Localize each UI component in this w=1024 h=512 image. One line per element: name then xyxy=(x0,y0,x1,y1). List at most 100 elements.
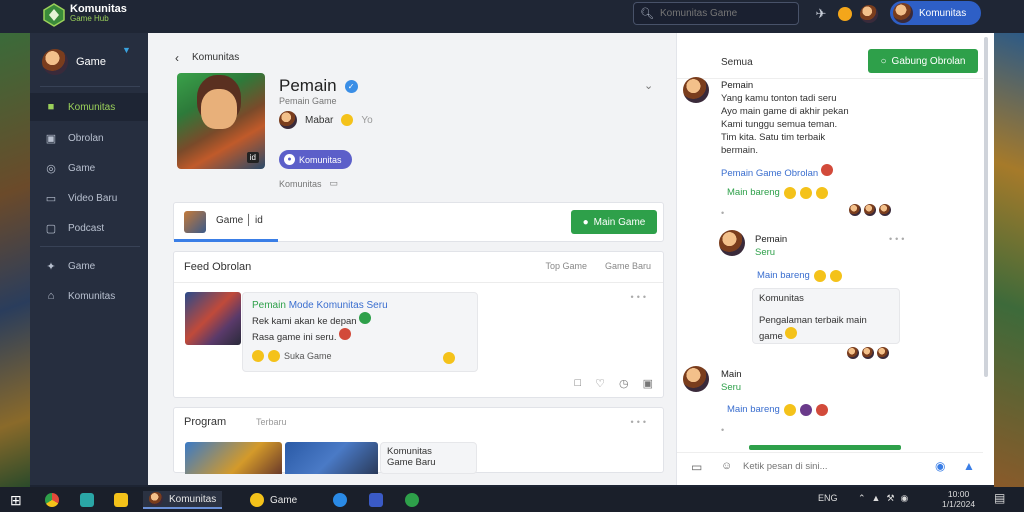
stat-avatar xyxy=(279,111,297,129)
programs-card: Program Terbaru ••• Komunitas Game Baru xyxy=(173,407,664,474)
user-menu-button[interactable]: Komunitas xyxy=(890,1,981,25)
notifications-icon[interactable]: ▤ xyxy=(994,491,1005,505)
feed-link-new[interactable]: Game Baru xyxy=(605,261,651,271)
calendar-icon[interactable] xyxy=(369,491,383,509)
message-line: Ayo main game di akhir pekan xyxy=(721,106,849,117)
sidebar-item-video[interactable]: ▭ Video Baru xyxy=(30,184,148,212)
sidebar-divider xyxy=(40,86,140,87)
profile-name: Pemain ✓ xyxy=(279,76,358,96)
attach-icon[interactable]: ☺ xyxy=(721,460,732,472)
character-portrait xyxy=(201,89,237,129)
program-tile[interactable] xyxy=(285,442,378,474)
taskbar-app-komunitas[interactable]: Komunitas xyxy=(143,491,223,509)
community-badge-button[interactable]: ● Komunitas xyxy=(279,150,352,169)
feed-link-top[interactable]: Top Game xyxy=(545,261,587,271)
emoji-icon[interactable]: ▭ xyxy=(691,460,702,474)
notification-icon[interactable] xyxy=(836,5,854,23)
breadcrumb[interactable]: Komunitas xyxy=(192,52,239,63)
message-author[interactable]: Main xyxy=(721,368,742,381)
sidebar-avatar xyxy=(42,49,68,75)
store-icon[interactable] xyxy=(80,491,94,509)
post-thumbnail[interactable] xyxy=(185,292,241,345)
mention-icon[interactable]: ◉ xyxy=(935,459,945,473)
clock-time: 10:00 xyxy=(947,489,970,499)
message-sub: Seru xyxy=(755,247,776,258)
program-tile[interactable] xyxy=(185,442,282,474)
sidebar-username: Game xyxy=(76,56,106,68)
tray-language[interactable]: ENG xyxy=(818,493,838,503)
message-avatar[interactable] xyxy=(719,230,745,256)
sidebar-item-label: Game xyxy=(68,260,96,272)
copy-icon[interactable]: □ xyxy=(574,377,581,390)
app-subtitle: Game Hub xyxy=(70,14,109,23)
sidebar-item-game-2[interactable]: ✦ Game xyxy=(30,252,148,280)
join-chat-button[interactable]: ○ Gabung Obrolan xyxy=(868,49,978,73)
message-author[interactable]: Pemain xyxy=(755,233,787,246)
post-author[interactable]: Pemain xyxy=(252,300,286,311)
like-icon[interactable]: ♡ xyxy=(595,377,605,390)
post-reactions: Suka Game xyxy=(252,350,468,362)
sidebar-item-komunitas[interactable]: ■ Komunitas xyxy=(30,93,148,121)
video-icon: ▭ xyxy=(45,192,57,205)
send-icon[interactable]: ▲ xyxy=(963,459,975,473)
game-thumbnail xyxy=(184,211,206,233)
more-options-icon[interactable]: ••• xyxy=(631,292,649,302)
home-icon: ⌂ xyxy=(47,290,55,302)
folder-icon: ■ xyxy=(47,101,55,113)
chat-bubble-icon: ○ xyxy=(880,55,887,67)
sidebar-item-label: Komunitas xyxy=(68,101,116,113)
post-body: Rek kami akan ke depan xyxy=(252,312,468,328)
folder-icon[interactable] xyxy=(114,491,128,509)
windows-start-icon[interactable]: ⊞ xyxy=(10,491,22,509)
message-input[interactable] xyxy=(743,461,923,472)
stat-extra: Yo xyxy=(361,114,373,126)
sidebar-item-obrolan[interactable]: ▣ Obrolan xyxy=(30,124,148,152)
globe-icon[interactable] xyxy=(405,491,419,509)
clock-date: 1/1/2024 xyxy=(942,499,976,509)
sidebar-profile[interactable]: Game xyxy=(42,49,106,75)
tray-clock[interactable]: 10:00 1/1/2024 xyxy=(942,489,975,509)
message-avatar[interactable] xyxy=(683,366,709,392)
play-game-button[interactable]: ● Main Game xyxy=(571,210,657,234)
user-name: Komunitas xyxy=(919,7,967,19)
active-tab-indicator xyxy=(174,239,278,242)
tray-icons[interactable]: ⌃▲⚒◉ xyxy=(858,493,914,504)
message-tag: Main bareng xyxy=(757,269,842,282)
profile-stat: Mabar Yo xyxy=(279,111,373,129)
more-options-icon[interactable]: ••• xyxy=(631,417,649,427)
programs-title: Program xyxy=(184,416,227,428)
search-input[interactable] xyxy=(659,8,778,19)
chevron-down-icon[interactable]: ⌄ xyxy=(644,79,653,92)
chat-message: Main Seru xyxy=(721,368,742,394)
message-avatar[interactable] xyxy=(683,77,709,103)
sidebar-item-label: Podcast xyxy=(68,222,105,234)
more-options-icon[interactable]: ••• xyxy=(889,234,907,244)
taskbar-app-game[interactable]: Game xyxy=(250,491,297,509)
profile-subtitle: Pemain Game xyxy=(279,96,337,106)
gamepad-icon: ◎ xyxy=(46,162,56,175)
sidebar-item-podcast[interactable]: ▢ Podcast xyxy=(30,214,148,242)
edge-icon[interactable] xyxy=(333,491,347,509)
sidebar-item-game[interactable]: ◎ Game xyxy=(30,154,148,182)
reaction-icon[interactable] xyxy=(443,352,455,364)
message-icon[interactable]: ▭ xyxy=(330,178,339,189)
post-body-2: Rasa game ini seru. xyxy=(252,328,468,344)
clock-icon[interactable]: ◷ xyxy=(619,377,629,390)
sidebar-item-komunitas-2[interactable]: ⌂ Komunitas xyxy=(30,282,148,310)
browser-icon[interactable] xyxy=(45,491,59,509)
scrollbar[interactable] xyxy=(984,37,988,377)
online-indicator-icon: ▼ xyxy=(122,45,131,55)
tab-game[interactable]: Game │ id xyxy=(216,215,263,226)
back-arrow-icon[interactable]: ‹ xyxy=(175,51,179,65)
image-icon[interactable]: ▣ xyxy=(643,377,653,390)
background-art-left xyxy=(0,33,30,487)
profile-avatar[interactable] xyxy=(860,5,878,23)
reaction-avatars xyxy=(849,204,891,216)
chat-filter-label[interactable]: Semua xyxy=(721,57,753,68)
os-taskbar: ⊞ Komunitas Game ENG ⌃▲⚒◉ 10:00 1/1/2024… xyxy=(0,487,1024,512)
rocket-icon[interactable]: ✈ xyxy=(812,5,830,23)
message-author[interactable]: Pemain xyxy=(721,79,901,92)
message-tag: Main bareng xyxy=(727,403,828,416)
sidebar-item-label: Obrolan xyxy=(68,132,104,144)
search-box[interactable]: 🔍︎ xyxy=(633,2,799,25)
